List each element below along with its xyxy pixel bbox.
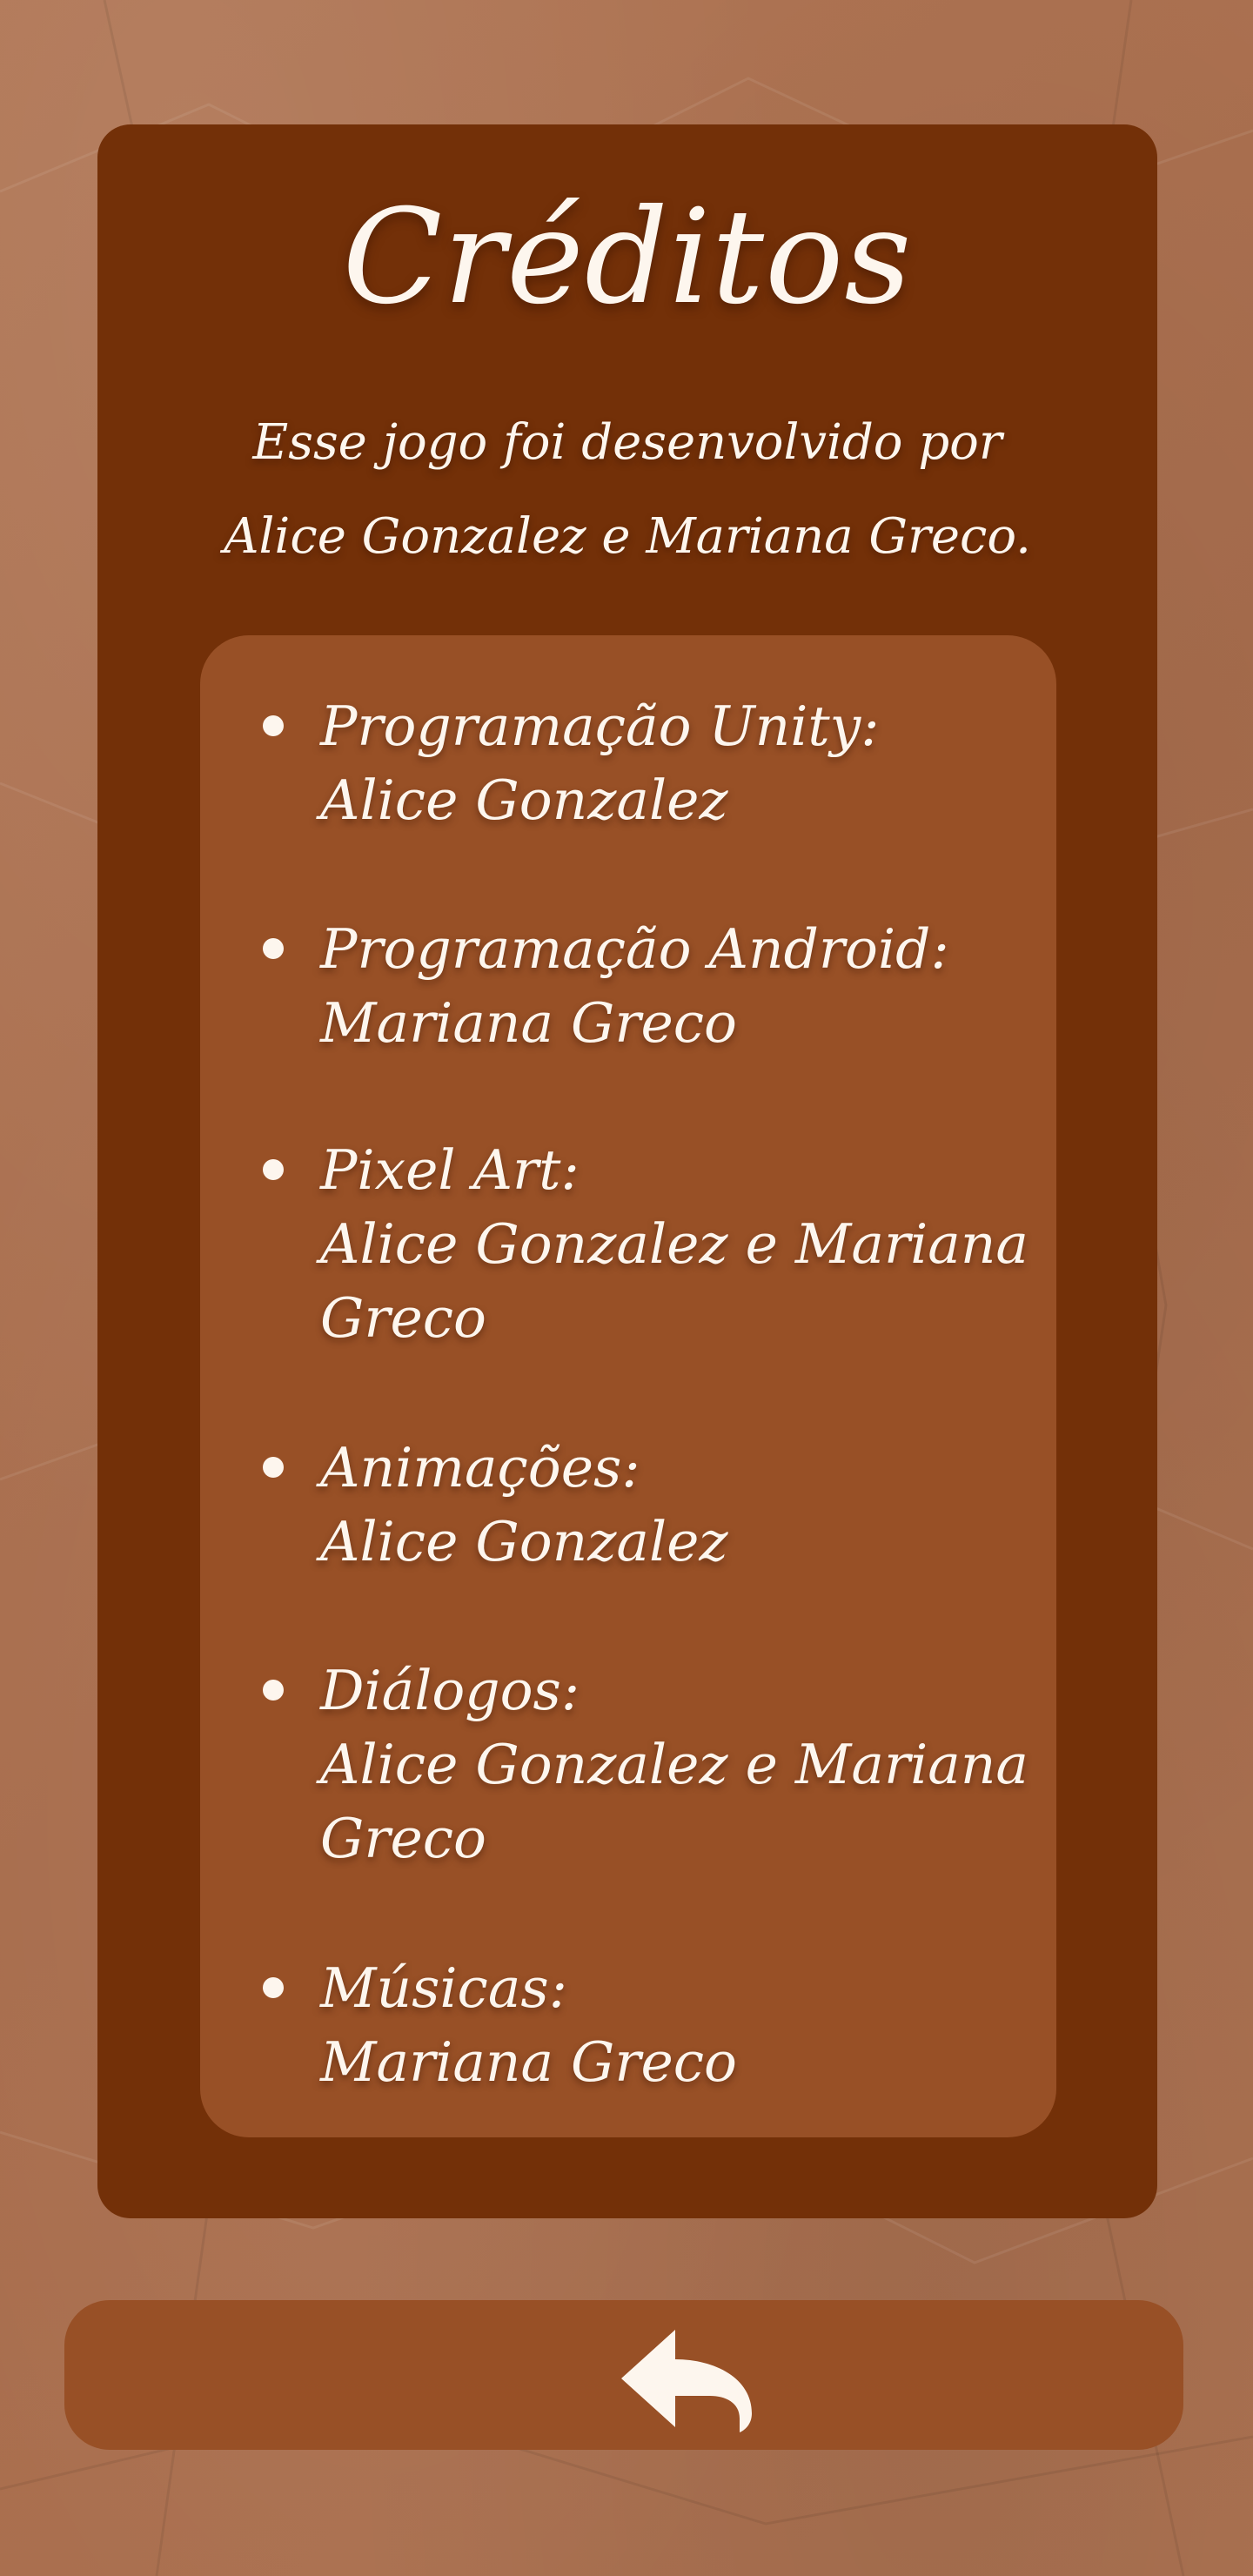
role-item-pixel-art: Pixel Art: Alice Gonzalez e Mariana Grec… xyxy=(263,1133,1046,1355)
role-names: Alice Gonzalez e Mariana Greco xyxy=(320,1212,1029,1350)
back-arrow-icon[interactable] xyxy=(613,2324,761,2432)
bullet-icon xyxy=(263,938,284,959)
bullet-icon xyxy=(263,1457,284,1478)
role-item-dialogos: Diálogos: Alice Gonzalez e Mariana Greco xyxy=(263,1654,1046,1875)
role-title: Programação Android: xyxy=(320,917,949,981)
role-names: Mariana Greco xyxy=(320,991,737,1055)
role-item-musicas: Músicas: Mariana Greco xyxy=(263,1951,1046,2099)
role-title: Animações: xyxy=(320,1436,640,1499)
bullet-icon xyxy=(263,1159,284,1180)
role-names: Alice Gonzalez xyxy=(320,768,728,832)
credits-intro: Esse jogo foi desenvolvido por Alice Gon… xyxy=(150,396,1105,584)
role-names: Mariana Greco xyxy=(320,2030,737,2094)
credits-panel: Créditos Esse jogo foi desenvolvido por … xyxy=(97,124,1157,2218)
intro-line-2: Alice Gonzalez e Mariana Greco. xyxy=(224,508,1031,565)
role-names: Alice Gonzalez e Mariana Greco xyxy=(320,1733,1029,1870)
bullet-icon xyxy=(263,1680,284,1701)
bullet-icon xyxy=(263,715,284,736)
role-title: Programação Unity: xyxy=(320,694,880,758)
roles-card: Programação Unity: Alice Gonzalez Progra… xyxy=(200,635,1056,2137)
role-item-programacao-android: Programação Android: Mariana Greco xyxy=(263,912,1046,1060)
role-title: Pixel Art: xyxy=(320,1138,580,1202)
role-names: Alice Gonzalez xyxy=(320,1510,728,1573)
role-item-animacoes: Animações: Alice Gonzalez xyxy=(263,1431,1046,1579)
role-title: Músicas: xyxy=(320,1956,567,2020)
role-title: Diálogos: xyxy=(320,1659,580,1722)
bullet-icon xyxy=(263,1977,284,1998)
back-button[interactable] xyxy=(64,2300,1183,2450)
role-item-programacao-unity: Programação Unity: Alice Gonzalez xyxy=(263,689,1046,837)
page-title: Créditos xyxy=(342,182,913,333)
intro-line-1: Esse jogo foi desenvolvido por xyxy=(252,414,1002,471)
